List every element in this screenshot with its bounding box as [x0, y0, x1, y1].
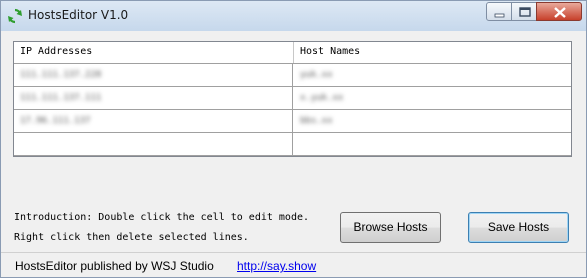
close-icon — [554, 7, 566, 18]
title-bar[interactable]: HostsEditor V1.0 — [1, 1, 586, 31]
status-text: HostsEditor published by WSJ Studio — [15, 259, 214, 273]
save-hosts-button[interactable]: Save Hosts — [468, 212, 569, 243]
host-cell[interactable]: bbs.xx — [294, 110, 571, 132]
table-row-empty[interactable] — [14, 133, 571, 156]
ip-value: 111.111.137.111 — [20, 93, 102, 103]
refresh-icon — [8, 8, 22, 24]
app-window: HostsEditor V1.0 IP Addresses Host Names — [0, 0, 587, 278]
intro-text-line-2: Right click then delete selected lines. — [14, 232, 249, 243]
intro-text-line-1: Introduction: Double click the cell to e… — [14, 212, 310, 223]
table-row[interactable]: 17.96.111.137 bbs.xx — [14, 110, 571, 133]
maximize-button[interactable] — [511, 2, 537, 21]
ip-cell[interactable]: 17.96.111.137 — [14, 110, 293, 132]
host-value: yuk.xx — [300, 70, 333, 80]
host-value: x.yuk.xx — [300, 93, 344, 103]
minimize-icon — [494, 13, 505, 18]
close-button[interactable] — [536, 2, 582, 21]
column-header-ip[interactable]: IP Addresses — [20, 46, 92, 57]
host-cell[interactable]: x.yuk.xx — [294, 87, 571, 109]
minimize-button[interactable] — [486, 2, 512, 21]
ip-cell[interactable] — [14, 133, 293, 155]
host-cell[interactable]: yuk.xx — [294, 64, 571, 86]
hosts-grid[interactable]: IP Addresses Host Names 111.111.137.228 … — [13, 41, 572, 157]
column-header-host[interactable]: Host Names — [300, 46, 360, 57]
browse-hosts-button[interactable]: Browse Hosts — [340, 212, 441, 243]
window-title: HostsEditor V1.0 — [28, 8, 129, 22]
maximize-icon — [519, 7, 531, 17]
ip-cell[interactable]: 111.111.137.228 — [14, 64, 293, 86]
ip-value: 111.111.137.228 — [20, 70, 102, 80]
ip-value: 17.96.111.137 — [20, 116, 91, 126]
ip-cell[interactable]: 111.111.137.111 — [14, 87, 293, 109]
grid-header: IP Addresses Host Names — [14, 42, 571, 64]
table-row[interactable]: 111.111.137.228 yuk.xx — [14, 64, 571, 87]
host-cell[interactable] — [294, 133, 571, 155]
status-bar: HostsEditor published by WSJ Studio http… — [1, 252, 586, 277]
table-row[interactable]: 111.111.137.111 x.yuk.xx — [14, 87, 571, 110]
column-divider — [293, 42, 294, 63]
website-link[interactable]: http://say.show — [237, 259, 316, 273]
host-value: bbs.xx — [300, 116, 333, 126]
